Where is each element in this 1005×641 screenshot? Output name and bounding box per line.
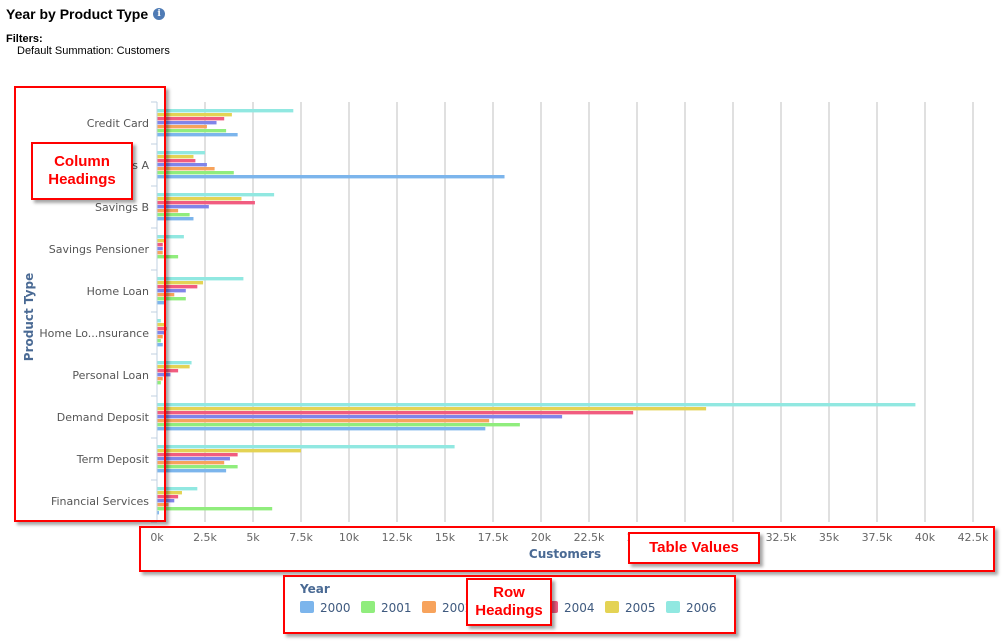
bar-2006[interactable]	[157, 109, 294, 113]
bar-2000[interactable]	[157, 469, 227, 473]
row-headings-line1: Row	[493, 584, 525, 601]
bar-2001[interactable]	[157, 171, 234, 175]
column-headings-line1: Column	[54, 153, 110, 170]
column-headings-label: Column Headings	[31, 142, 133, 200]
table-values-box	[139, 526, 995, 572]
bar-2006[interactable]	[157, 445, 455, 449]
bar-2001[interactable]	[157, 129, 227, 133]
bar-2004[interactable]	[157, 411, 634, 415]
bar-2004[interactable]	[157, 117, 225, 121]
row-headings-label: Row Headings	[466, 578, 552, 626]
bar-2000[interactable]	[157, 427, 486, 431]
bar-2000[interactable]	[157, 133, 238, 137]
column-headings-line2: Headings	[48, 171, 116, 188]
bar-2004[interactable]	[157, 453, 238, 457]
bar-2004[interactable]	[157, 201, 255, 205]
bar-2005[interactable]	[157, 113, 232, 117]
bar-2001[interactable]	[157, 507, 273, 511]
bar-2002[interactable]	[157, 461, 225, 465]
bar-2006[interactable]	[157, 403, 916, 407]
bar-2005[interactable]	[157, 449, 301, 453]
bar-2001[interactable]	[157, 423, 520, 427]
bars	[157, 109, 916, 515]
bar-2003[interactable]	[157, 457, 230, 461]
bar-2001[interactable]	[157, 465, 238, 469]
bar-2002[interactable]	[157, 419, 490, 423]
bar-2006[interactable]	[157, 193, 275, 197]
gridlines	[156, 102, 974, 522]
table-values-label: Table Values	[628, 532, 760, 564]
bar-2006[interactable]	[157, 277, 244, 281]
bar-2000[interactable]	[157, 175, 505, 179]
table-values-text: Table Values	[649, 539, 739, 556]
row-headings-line2: Headings	[475, 602, 543, 619]
bar-2005[interactable]	[157, 197, 242, 201]
bar-2003[interactable]	[157, 415, 563, 419]
bar-2005[interactable]	[157, 407, 707, 411]
